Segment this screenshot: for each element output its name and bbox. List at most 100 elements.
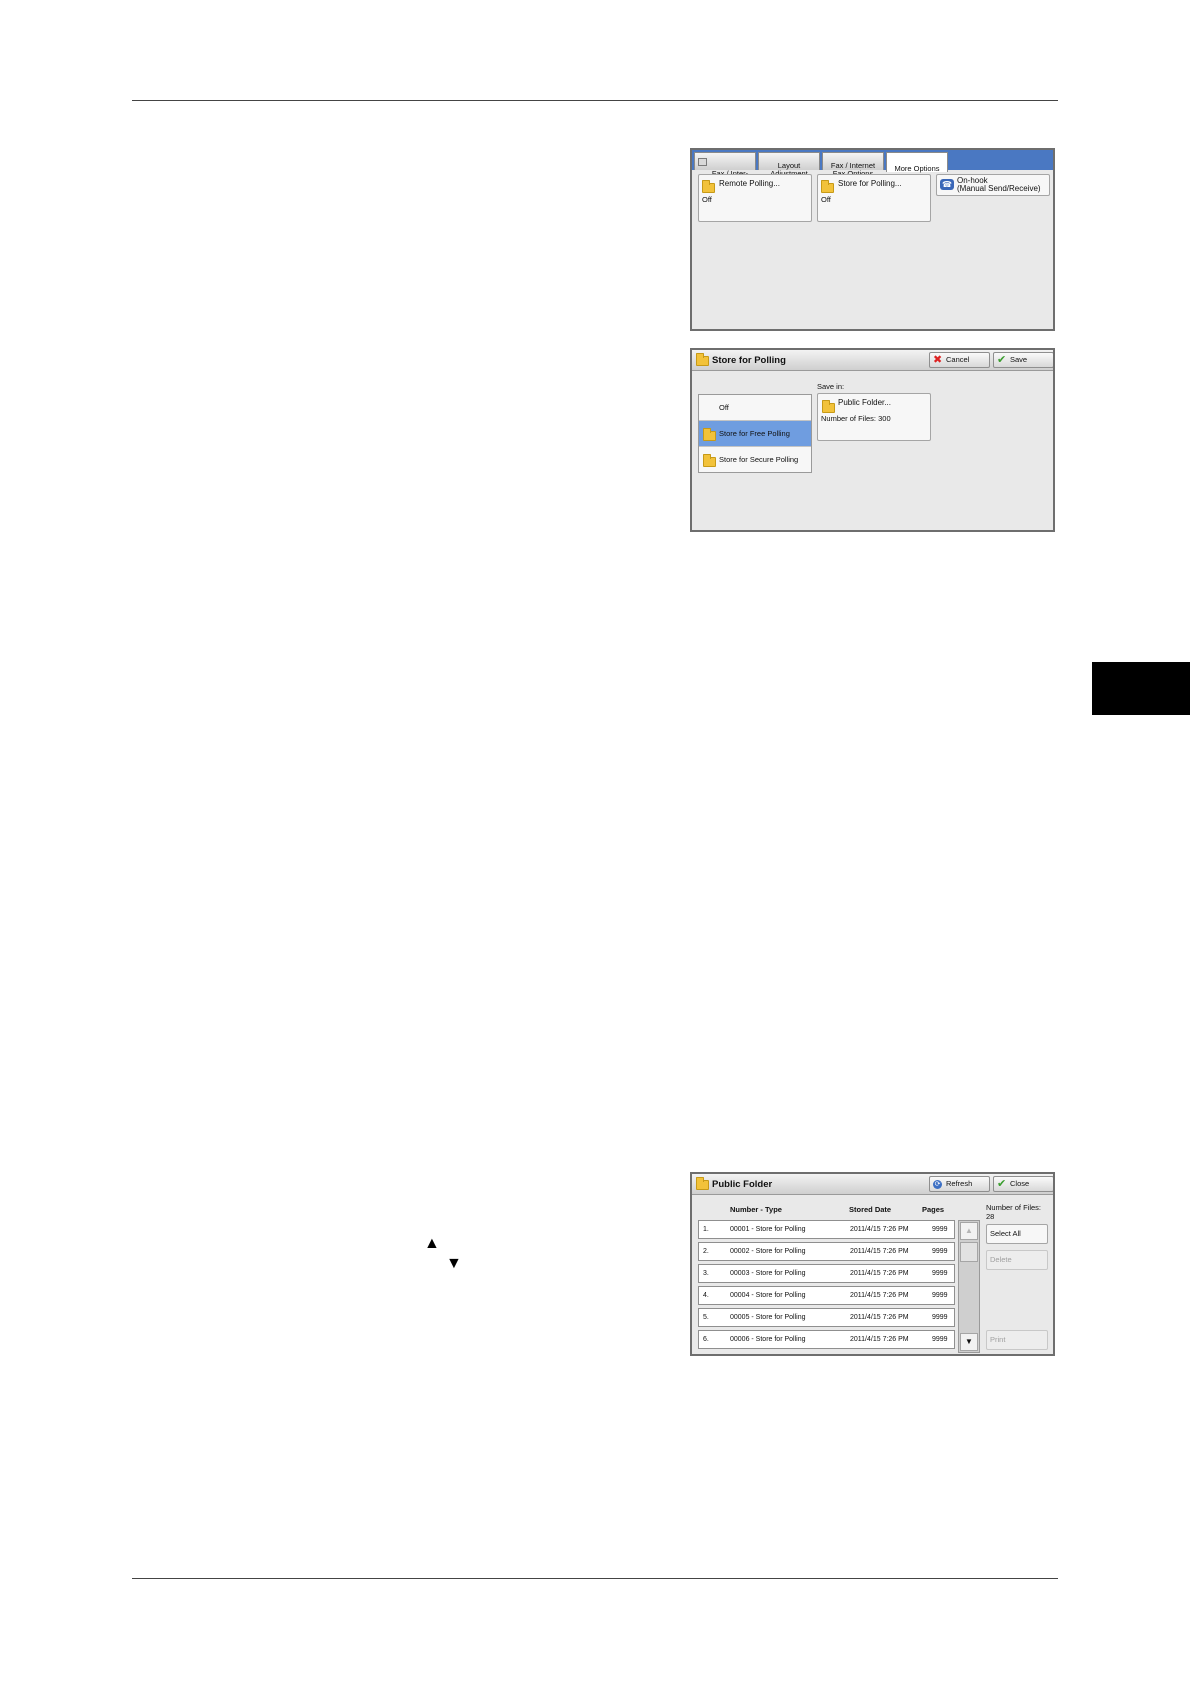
row-pages: 9999 xyxy=(932,1314,948,1321)
row-name: 00003 - Store for Polling xyxy=(730,1270,806,1277)
tab-fax-options[interactable]: Fax / Internet Fax Options xyxy=(822,152,884,178)
title-bar: Store for Polling ✖ Cancel ✔ Save xyxy=(692,350,1053,371)
phone-icon: ☎ xyxy=(940,179,954,190)
save-in-label: Save in: xyxy=(817,382,845,391)
button-label: Refresh xyxy=(946,1179,973,1188)
screen-title: Public Folder xyxy=(712,1179,773,1190)
footer-rule xyxy=(132,1578,1058,1579)
number-of-files-label: Number of Files: xyxy=(986,1203,1042,1212)
scroll-up-button[interactable]: ▲ xyxy=(960,1222,978,1240)
refresh-icon: ⟳ xyxy=(933,1180,942,1189)
folder-icon xyxy=(822,400,835,413)
cancel-x-icon: ✖ xyxy=(933,354,943,366)
remote-polling-button[interactable]: Remote Polling... Off xyxy=(698,174,812,222)
button-label: Remote Polling... xyxy=(719,179,780,188)
folder-icon xyxy=(696,353,709,366)
row-date: 2011/4/15 7:26 PM xyxy=(850,1270,909,1277)
table-row[interactable]: 4. 00004 - Store for Polling 2011/4/15 7… xyxy=(698,1286,955,1305)
row-pages: 9999 xyxy=(932,1226,948,1233)
scroll-thumb[interactable] xyxy=(960,1242,978,1262)
chapter-thumb-tab xyxy=(1092,662,1190,715)
folder-icon xyxy=(703,428,716,441)
row-date: 2011/4/15 7:26 PM xyxy=(850,1248,909,1255)
tab-fax-internet-fax[interactable]: Fax / Inter- net Fax xyxy=(694,152,756,186)
save-button[interactable]: ✔ Save xyxy=(993,352,1053,368)
row-pages: 9999 xyxy=(932,1248,948,1255)
row-pages: 9999 xyxy=(932,1270,948,1277)
row-date: 2011/4/15 7:26 PM xyxy=(850,1314,909,1321)
button-label: Print xyxy=(990,1335,1006,1344)
tab-more-options[interactable]: More Options xyxy=(886,152,948,173)
row-date: 2011/4/15 7:26 PM xyxy=(850,1226,909,1233)
public-folder-screen: Public Folder ⟳ Refresh ✔ Close Number -… xyxy=(690,1172,1055,1356)
table-row[interactable]: 1. 00001 - Store for Polling 2011/4/15 7… xyxy=(698,1220,955,1239)
table-row[interactable]: 3. 00003 - Store for Polling 2011/4/15 7… xyxy=(698,1264,955,1283)
option-label: Off xyxy=(719,403,729,412)
option-store-for-secure-polling[interactable]: Store for Secure Polling xyxy=(699,447,811,473)
row-pages: 9999 xyxy=(932,1336,948,1343)
row-index: 6. xyxy=(703,1336,709,1343)
screen-title: Store for Polling xyxy=(712,355,786,366)
row-index: 1. xyxy=(703,1226,709,1233)
option-off[interactable]: Off xyxy=(699,395,811,421)
scroll-down-button[interactable]: ▼ xyxy=(960,1333,978,1351)
row-date: 2011/4/15 7:26 PM xyxy=(850,1336,909,1343)
row-name: 00002 - Store for Polling xyxy=(730,1248,806,1255)
table-row[interactable]: 5. 00005 - Store for Polling 2011/4/15 7… xyxy=(698,1308,955,1327)
close-button[interactable]: ✔ Close xyxy=(993,1176,1053,1192)
folder-icon xyxy=(821,180,834,193)
refresh-button[interactable]: ⟳ Refresh xyxy=(929,1176,990,1192)
row-index: 4. xyxy=(703,1292,709,1299)
folder-icon xyxy=(702,180,715,193)
option-store-for-free-polling[interactable]: Store for Free Polling xyxy=(699,421,811,447)
column-header-number-type: Number - Type xyxy=(730,1205,782,1214)
store-for-polling-screen: Store for Polling ✖ Cancel ✔ Save Off St… xyxy=(690,348,1055,532)
row-name: 00001 - Store for Polling xyxy=(730,1226,806,1233)
polling-option-list: Off Store for Free Polling Store for Sec… xyxy=(698,394,812,473)
button-label: Select All xyxy=(990,1229,1021,1238)
tab-bar: Fax / Inter- net Fax Layout Adjustment F… xyxy=(692,150,1053,186)
row-pages: 9999 xyxy=(932,1292,948,1299)
table-row[interactable]: 6. 00006 - Store for Polling 2011/4/15 7… xyxy=(698,1330,955,1349)
button-label: Store for Polling... xyxy=(838,179,902,188)
row-name: 00004 - Store for Polling xyxy=(730,1292,806,1299)
public-folder-button[interactable]: Public Folder... Number of Files: 300 xyxy=(817,393,931,441)
column-header-stored-date: Stored Date xyxy=(849,1205,892,1214)
secure-folder-icon xyxy=(703,454,716,467)
button-label: Close xyxy=(1010,1179,1030,1188)
on-hook-button[interactable]: ☎ On-hook (Manual Send/Receive) xyxy=(936,174,1050,196)
tab-layout-adjustment[interactable]: Layout Adjustment xyxy=(758,152,820,178)
save-check-icon: ✔ xyxy=(997,354,1007,366)
title-bar: Public Folder ⟳ Refresh ✔ Close xyxy=(692,1174,1053,1195)
table-row[interactable]: 2. 00002 - Store for Polling 2011/4/15 7… xyxy=(698,1242,955,1261)
scroll-down-arrow-icon: ▼ xyxy=(446,1255,462,1272)
scroll-up-arrow-icon: ▲ xyxy=(424,1235,440,1252)
number-of-files-value: 28 xyxy=(986,1212,995,1221)
button-label: On-hook (Manual Send/Receive) xyxy=(957,176,1041,193)
close-check-icon: ✔ xyxy=(997,1178,1007,1190)
select-all-button[interactable]: Select All xyxy=(986,1224,1048,1244)
row-index: 2. xyxy=(703,1248,709,1255)
row-index: 3. xyxy=(703,1270,709,1277)
button-label: Cancel xyxy=(946,355,970,364)
scrollbar[interactable]: ▲ ▼ xyxy=(958,1220,980,1353)
option-label: Store for Secure Polling xyxy=(719,455,799,464)
button-value: Off xyxy=(821,195,831,204)
button-label: Public Folder... xyxy=(838,398,891,407)
folder-icon xyxy=(696,1177,709,1190)
row-date: 2011/4/15 7:26 PM xyxy=(850,1292,909,1299)
row-name: 00005 - Store for Polling xyxy=(730,1314,806,1321)
column-header-pages: Pages xyxy=(922,1205,945,1214)
cancel-button[interactable]: ✖ Cancel xyxy=(929,352,990,368)
delete-button[interactable]: Delete xyxy=(986,1250,1048,1270)
print-button[interactable]: Print xyxy=(986,1330,1048,1350)
button-label: Delete xyxy=(990,1255,1012,1264)
fax-icon xyxy=(698,158,707,166)
button-label: Save xyxy=(1010,355,1028,364)
store-for-polling-button[interactable]: Store for Polling... Off xyxy=(817,174,931,222)
button-value: Off xyxy=(702,195,712,204)
row-name: 00006 - Store for Polling xyxy=(730,1336,806,1343)
number-of-files-text: Number of Files: 300 xyxy=(821,414,891,423)
tab-label: More Options xyxy=(894,164,940,173)
header-rule xyxy=(132,100,1058,101)
